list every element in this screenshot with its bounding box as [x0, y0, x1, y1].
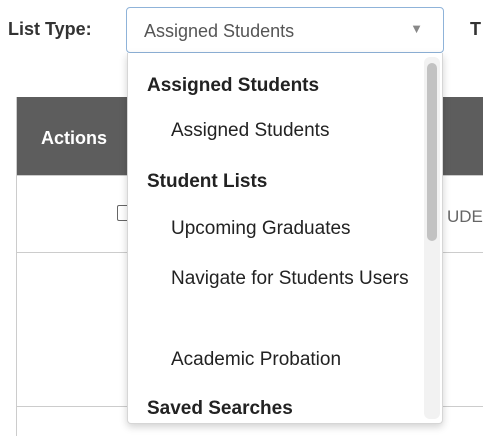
option-academic-probation[interactable]: Academic Probation	[171, 345, 341, 375]
group-header-saved-searches: Saved Searches	[147, 398, 293, 419]
group-header-student-lists: Student Lists	[147, 171, 268, 192]
next-filter-label: T	[470, 19, 481, 39]
scrollbar-thumb[interactable]	[427, 63, 437, 241]
dropdown-arrow-icon: ▼	[410, 21, 423, 36]
list-type-label: List Type:	[8, 19, 92, 39]
group-header-assigned-students: Assigned Students	[147, 75, 320, 96]
list-type-select[interactable]: Assigned Students ▼	[126, 7, 444, 53]
dropdown-scrollbar[interactable]	[424, 57, 440, 419]
actions-column-header: Actions	[41, 128, 108, 148]
list-type-selected-value: Assigned Students	[144, 21, 295, 41]
option-navigate-for-students-users[interactable]: Navigate for Students Users	[171, 264, 411, 294]
option-upcoming-graduates[interactable]: Upcoming Graduates	[171, 214, 351, 244]
page: List Type: Assigned Students ▼ T Actions…	[0, 0, 483, 436]
option-assigned-students[interactable]: Assigned Students	[171, 116, 329, 146]
table-cell-text: UDE	[447, 207, 483, 226]
list-type-dropdown-menu: Assigned Students Assigned Students Stud…	[127, 53, 443, 424]
